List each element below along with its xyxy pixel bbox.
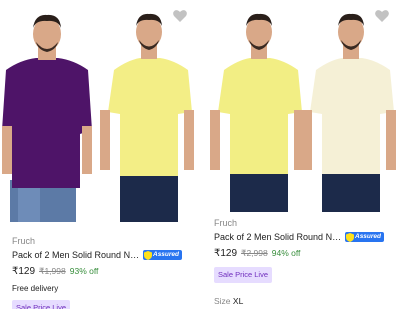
delivery-info: Free delivery xyxy=(12,284,59,293)
discount-percent: 93% off xyxy=(69,266,99,276)
size-value: XL xyxy=(232,296,244,306)
selling-price: ₹129 xyxy=(214,248,238,259)
sale-badge: Sale Price Live xyxy=(12,300,71,309)
size-info: Size XL xyxy=(214,296,394,306)
shield-icon xyxy=(144,250,152,260)
size-label: Size xyxy=(214,296,231,306)
product-title[interactable]: Pack of 2 Men Solid Round Neck ... xyxy=(12,249,140,261)
model-purple-tee xyxy=(2,14,92,222)
product-image-1[interactable] xyxy=(0,0,198,222)
product-info-1: Fruch Pack of 2 Men Solid Round Neck ...… xyxy=(12,236,192,309)
heart-icon[interactable] xyxy=(172,8,188,24)
brand-name: Fruch xyxy=(12,236,36,246)
product-card-1[interactable]: Fruch Pack of 2 Men Solid Round Neck ...… xyxy=(0,0,198,309)
shield-icon xyxy=(346,232,354,242)
brand-name: Fruch xyxy=(214,218,238,228)
product-title[interactable]: Pack of 2 Men Solid Round Neck ... xyxy=(214,231,342,243)
selling-price: ₹129 xyxy=(12,266,36,277)
original-price: ₹2,998 xyxy=(241,248,268,258)
model-yellow-tee-2 xyxy=(210,13,304,212)
heart-icon[interactable] xyxy=(374,8,390,24)
assured-label: Assured xyxy=(153,251,180,258)
sale-badge: Sale Price Live xyxy=(214,267,273,283)
assured-badge: Assured xyxy=(143,250,183,260)
product-info-2: Fruch Pack of 2 Men Solid Round Neck ...… xyxy=(214,218,394,306)
product-card-2[interactable]: Fruch Pack of 2 Men Solid Round Neck ...… xyxy=(202,0,400,309)
original-price: ₹1,998 xyxy=(39,266,66,276)
model-cream-tee xyxy=(302,13,396,212)
assured-badge: Assured xyxy=(345,232,385,242)
product-image-2[interactable] xyxy=(202,0,400,212)
assured-label: Assured xyxy=(355,233,382,240)
model-yellow-tee xyxy=(100,13,194,222)
discount-percent: 94% off xyxy=(271,248,301,258)
